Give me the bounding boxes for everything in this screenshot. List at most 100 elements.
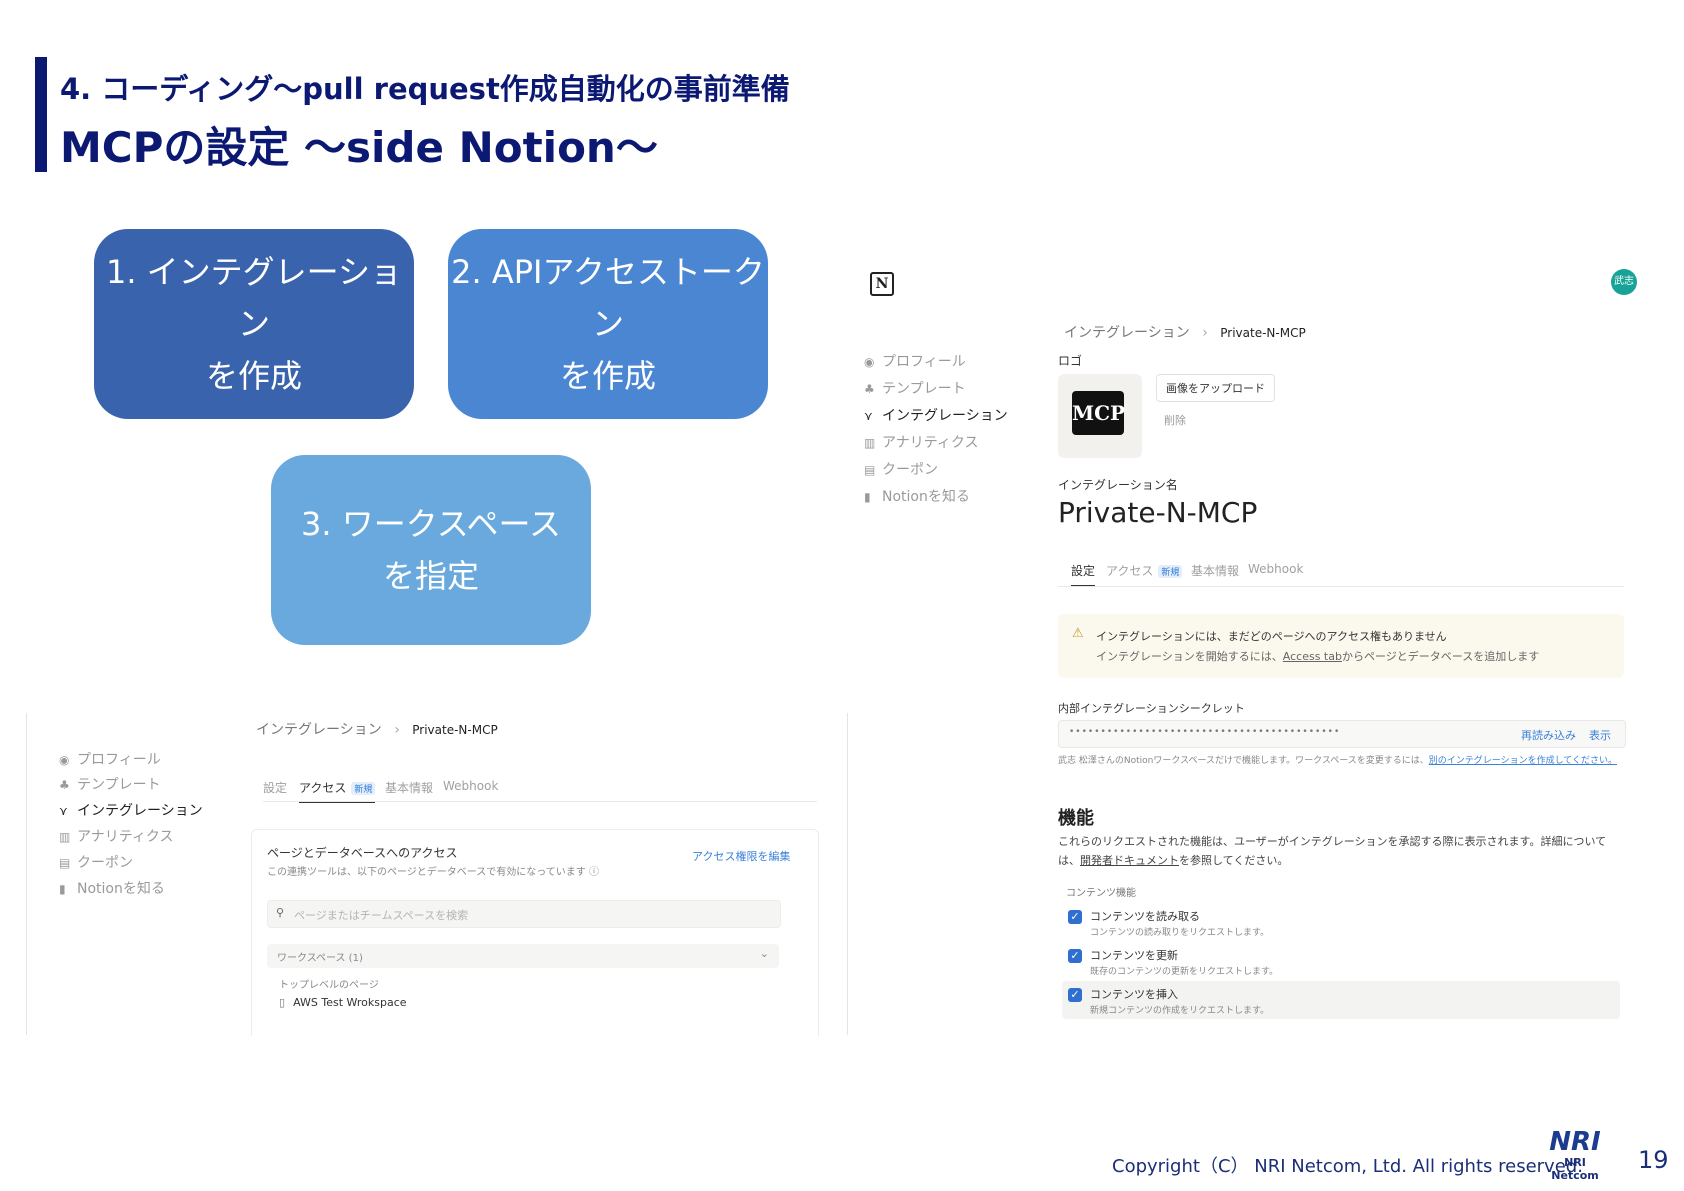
- delete-link[interactable]: 削除: [1164, 412, 1186, 428]
- integration-icon: ⋎: [864, 409, 873, 423]
- analytics-icon: ▥: [59, 830, 71, 844]
- coupon-icon: ▤: [59, 856, 71, 870]
- profile-icon: ◉: [59, 753, 70, 767]
- integration-logo[interactable]: MCP: [1058, 374, 1142, 458]
- nav-item-profile[interactable]: ◉ プロフィール: [59, 749, 161, 769]
- insert-content-checkbox[interactable]: ✓: [1068, 988, 1082, 1002]
- tab-webhook[interactable]: Webhook: [1248, 562, 1303, 576]
- secret-label: 内部インテグレーションシークレット: [1058, 702, 1245, 715]
- access-description: この連携ツールは、以下のページとデータベースで有効になっています ⓘ: [267, 867, 599, 878]
- secret-mask: ••••••••••••••••••••••••••••••••••••••••…: [1069, 727, 1341, 737]
- secret-note: 武志 松澤さんのNotionワークスペースだけで機能します。ワークスペースを変更…: [1058, 756, 1618, 766]
- book-icon: ▮: [59, 882, 66, 896]
- chevron-down-icon[interactable]: ⌄: [760, 947, 769, 960]
- breadcrumb-parent[interactable]: インテグレーション: [256, 722, 382, 738]
- nav-item-integration[interactable]: ⋎ インテグレーション: [59, 800, 203, 820]
- profile-icon: ◉: [864, 355, 875, 369]
- new-badge: 新規: [1158, 565, 1183, 578]
- nav-item-template[interactable]: ♣ テンプレート: [59, 774, 161, 794]
- notion-logo-icon: N: [870, 272, 894, 296]
- create-another-link[interactable]: 別のインテグレーションを作成してください。: [1429, 756, 1617, 766]
- book-icon: ▮: [864, 490, 871, 504]
- nav-item-learn[interactable]: ▮ Notionを知る: [864, 486, 970, 506]
- search-icon: ⚲: [276, 906, 285, 919]
- copyright-text: Copyright（C） NRI Netcom, Ltd. All rights…: [1112, 1156, 1583, 1177]
- tab-basic-info[interactable]: 基本情報: [385, 779, 433, 796]
- tab-access[interactable]: アクセス 新規: [299, 779, 376, 803]
- capabilities-description: これらのリクエストされた機能は、ユーザーがインテグレーションを承認する際に表示さ…: [1058, 835, 1607, 867]
- page-icon: ▯: [279, 996, 286, 1009]
- page-search-field[interactable]: ⚲ ページまたはチームスペースを検索: [267, 900, 781, 928]
- integration-name[interactable]: Private-N-MCP: [1058, 496, 1257, 529]
- nav-item-coupon[interactable]: ▤ クーポン: [59, 852, 133, 872]
- warning-line-1: インテグレーションには、まだどのページへのアクセス権もありません: [1096, 630, 1447, 643]
- show-link[interactable]: 表示: [1589, 727, 1611, 743]
- step-1-line1: 1. インテグレーション: [105, 253, 403, 343]
- help-icon[interactable]: ⓘ: [589, 867, 599, 878]
- step-3-line1: 3. ワークスペース: [301, 505, 561, 543]
- template-icon: ♣: [59, 778, 70, 792]
- analytics-icon: ▥: [864, 436, 876, 450]
- logo-label: ロゴ: [1058, 354, 1083, 368]
- nri-logo-subtext: NRI Netcom: [1551, 1156, 1599, 1182]
- left-screenshot: ◉ プロフィール ♣ テンプレート ⋎ インテグレーション ▥ アナリティクス ▤ クーポ…: [26, 713, 848, 1036]
- upload-image-button[interactable]: 画像をアップロード: [1156, 374, 1275, 402]
- step-1-box: 1. インテグレーション を作成: [94, 229, 414, 419]
- update-content-label: コンテンツを更新: [1090, 949, 1178, 962]
- breadcrumb-separator: ›: [1202, 325, 1208, 341]
- access-card: ページとデータベースへのアクセス この連携ツールは、以下のページとデータベースで…: [251, 829, 819, 1036]
- toplevel-label: トップレベルのページ: [279, 980, 379, 991]
- developer-docs-link[interactable]: 開発者ドキュメント: [1080, 854, 1179, 867]
- update-content-checkbox[interactable]: ✓: [1068, 949, 1082, 963]
- nav-item-template[interactable]: ♣ テンプレート: [864, 378, 966, 398]
- search-placeholder: ページまたはチームスペースを検索: [294, 909, 469, 922]
- access-heading: ページとデータベースへのアクセス: [267, 846, 458, 860]
- insert-content-desc: 新規コンテンツの作成をリクエストします。: [1090, 1006, 1270, 1016]
- breadcrumb-current: Private-N-MCP: [412, 723, 498, 737]
- slide-title: MCPの設定 ～side Notion～: [60, 123, 658, 172]
- breadcrumb-parent[interactable]: インテグレーション: [1064, 325, 1190, 341]
- capabilities-heading: 機能: [1058, 808, 1094, 829]
- tab-basic-info[interactable]: 基本情報: [1191, 562, 1239, 579]
- integration-icon: ⋎: [59, 804, 68, 818]
- page-list-item[interactable]: ▯ AWS Test Wrokspace: [279, 996, 407, 1009]
- nav-item-integration[interactable]: ⋎ インテグレーション: [864, 405, 1008, 425]
- read-content-desc: コンテンツの読み取りをリクエストします。: [1090, 928, 1270, 938]
- step-3-line2: を指定: [382, 557, 479, 595]
- nav-item-coupon[interactable]: ▤ クーポン: [864, 459, 938, 479]
- coupon-icon: ▤: [864, 463, 876, 477]
- step-2-line1: 2. APIアクセストークン: [451, 253, 765, 343]
- new-badge: 新規: [351, 782, 376, 795]
- tab-settings[interactable]: 設定: [1071, 562, 1096, 587]
- access-tab-link[interactable]: Access tab: [1283, 650, 1342, 663]
- nri-logo-mark: NRI: [1549, 1127, 1601, 1157]
- read-content-checkbox[interactable]: ✓: [1068, 910, 1082, 924]
- warning-line-2: インテグレーションを開始するには、Access tabからページとデータベースを…: [1096, 650, 1540, 663]
- workspace-section[interactable]: ワークスペース (1) ⌄: [267, 944, 779, 968]
- nav-item-profile[interactable]: ◉ プロフィール: [864, 351, 966, 371]
- edit-access-link[interactable]: アクセス権限を編集: [692, 848, 790, 864]
- avatar[interactable]: 武志: [1611, 269, 1637, 295]
- step-3-box: 3. ワークスペース を指定: [271, 455, 591, 645]
- content-capabilities-label: コンテンツ機能: [1066, 888, 1136, 899]
- nav-item-analytics[interactable]: ▥ アナリティクス: [864, 432, 978, 452]
- warning-banner: ⚠ インテグレーションには、まだどのページへのアクセス権もありません インテグレ…: [1058, 614, 1624, 678]
- breadcrumb-separator: ›: [394, 722, 400, 738]
- nav-item-analytics[interactable]: ▥ アナリティクス: [59, 826, 173, 846]
- step-1-line2: を作成: [205, 357, 302, 395]
- step-2-box: 2. APIアクセストークン を作成: [448, 229, 768, 419]
- breadcrumb: インテグレーション › Private-N-MCP: [1064, 322, 1306, 342]
- nri-logo: NRI NRI Netcom: [1540, 1128, 1610, 1182]
- tab-divider: [263, 801, 817, 802]
- warning-icon: ⚠: [1072, 626, 1084, 641]
- title-accent-bar: [35, 57, 47, 172]
- secret-field: ••••••••••••••••••••••••••••••••••••••••…: [1058, 720, 1626, 748]
- insert-content-label: コンテンツを挿入: [1090, 988, 1178, 1001]
- workspace-label: ワークスペース (1): [277, 953, 363, 964]
- nav-item-learn[interactable]: ▮ Notionを知る: [59, 878, 165, 898]
- tab-settings[interactable]: 設定: [263, 779, 287, 796]
- tab-access[interactable]: アクセス 新規: [1106, 562, 1183, 579]
- tab-webhook[interactable]: Webhook: [443, 779, 498, 793]
- reload-link[interactable]: 再読み込み: [1521, 727, 1576, 743]
- update-content-desc: 既存のコンテンツの更新をリクエストします。: [1090, 967, 1279, 977]
